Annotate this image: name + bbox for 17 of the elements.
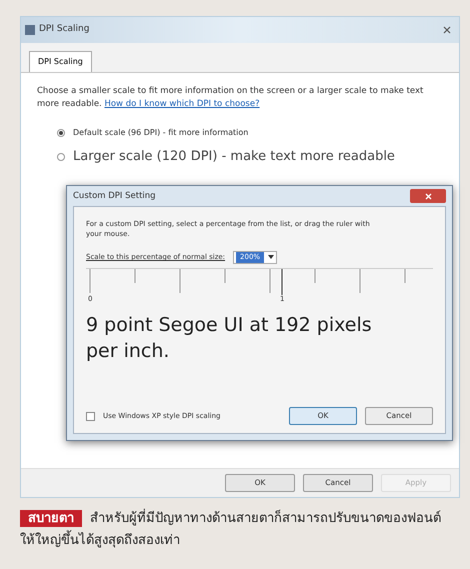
caption-text: สบายตา สำหรับผู้ที่มีปัญหาทางด้านสายตาก็สามารถปรับขนาดของฟอนต์ให้ใหญ่ขึ้นได้สูงสุดถึงสองเท่า — [20, 508, 450, 552]
window-title: DPI Scaling — [39, 23, 90, 36]
description-text: Choose a smaller scale to fit more information on the screen or a larger scale to make text more readable. How do I know which DPI to choose? — [37, 85, 424, 111]
app-icon — [25, 25, 35, 35]
close-button[interactable] — [410, 189, 446, 203]
radio-button[interactable] — [57, 129, 65, 137]
caret-icon — [268, 255, 274, 260]
radio-button[interactable] — [57, 152, 65, 161]
preview-text: 9 point Segoe UI at 192 pixels per inch. — [86, 312, 373, 364]
option-label: Default scale (96 DPI) - fit more information — [73, 127, 248, 139]
tab[interactable]: DPI Scaling — [29, 51, 92, 72]
close-icon — [424, 192, 432, 200]
help-link[interactable]: How do I know which DPI to choose? — [104, 99, 260, 109]
dialog-title: Custom DPI Setting — [73, 190, 156, 202]
close-icon — [443, 26, 451, 34]
option-label: Larger scale (120 DPI) - make text more readable — [73, 148, 395, 166]
checkbox[interactable] — [86, 412, 95, 420]
